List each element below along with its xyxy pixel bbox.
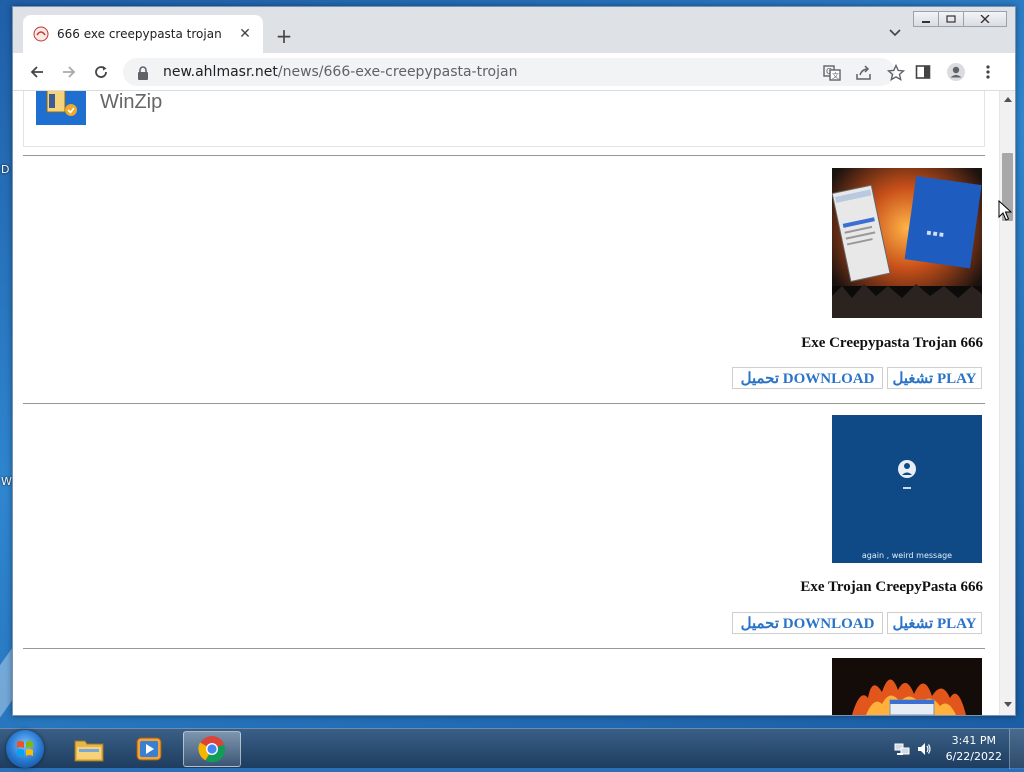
url-path: /news/666-exe-creepypasta-trojan bbox=[277, 64, 518, 80]
forward-arrow-icon[interactable] bbox=[59, 62, 79, 82]
video-thumbnail[interactable]: again , weird message bbox=[832, 413, 982, 563]
share-icon[interactable] bbox=[855, 64, 873, 82]
url-host: new.ahlmasr.net bbox=[163, 64, 278, 80]
window-controls bbox=[913, 11, 1007, 27]
scroll-up-icon[interactable] bbox=[1003, 95, 1013, 105]
chrome-icon[interactable] bbox=[183, 731, 241, 767]
divider bbox=[23, 155, 985, 156]
side-panel-icon[interactable] bbox=[913, 62, 933, 82]
download-button[interactable]: تحميل DOWNLOAD bbox=[732, 367, 883, 389]
close-tab-icon[interactable]: ✕ bbox=[237, 26, 253, 42]
back-arrow-icon[interactable] bbox=[27, 62, 47, 82]
video-thumbnail[interactable] bbox=[832, 658, 982, 715]
chrome-window: 666 exe creepypasta trojan ✕ + new.ahlma… bbox=[12, 6, 1016, 716]
tab-title: 666 exe creepypasta trojan bbox=[57, 27, 222, 41]
play-button[interactable]: تشغيل PLAY bbox=[887, 612, 982, 634]
reload-icon[interactable] bbox=[91, 62, 111, 82]
url-text[interactable]: new.ahlmasr.net/news/666-exe-creepypasta… bbox=[163, 64, 517, 80]
video-thumbnail[interactable]: ■ ■ ■ bbox=[832, 168, 982, 318]
svg-text:文: 文 bbox=[832, 71, 839, 80]
media-player-icon[interactable] bbox=[120, 731, 178, 767]
browser-toolbar: new.ahlmasr.net/news/666-exe-creepypasta… bbox=[13, 53, 1015, 91]
minimize-button[interactable] bbox=[913, 11, 939, 27]
bookmark-star-icon[interactable] bbox=[886, 63, 906, 82]
site-favicon-icon bbox=[33, 26, 49, 42]
download-button[interactable]: تحميل DOWNLOAD bbox=[732, 612, 883, 634]
start-button[interactable] bbox=[6, 730, 44, 768]
video-title: Exe Creepypasta Trojan 666 bbox=[801, 335, 983, 351]
play-button[interactable]: تشغيل PLAY bbox=[887, 367, 982, 389]
scroll-down-icon[interactable] bbox=[1003, 701, 1013, 711]
taskbar: 3:41 PM 6/22/2022 bbox=[0, 728, 1024, 769]
volume-icon[interactable] bbox=[916, 741, 932, 761]
clock-date: 6/22/2022 bbox=[945, 750, 1002, 763]
browser-tab[interactable]: 666 exe creepypasta trojan ✕ bbox=[23, 15, 263, 53]
divider bbox=[23, 403, 985, 404]
maximize-button[interactable] bbox=[938, 11, 964, 27]
desktop-icon-label-fragment[interactable]: W bbox=[1, 475, 12, 488]
close-window-button[interactable] bbox=[963, 11, 1007, 27]
file-explorer-icon[interactable] bbox=[60, 731, 118, 767]
clock-time: 3:41 PM bbox=[951, 734, 996, 747]
tab-search-icon[interactable] bbox=[886, 25, 904, 43]
page-content: WinZip ■ ■ ■ Exe Creepypasta Trojan 666 … bbox=[13, 91, 999, 715]
translate-icon[interactable]: G文 bbox=[823, 64, 841, 82]
network-icon[interactable] bbox=[894, 741, 912, 761]
desktop-icon-label-fragment[interactable]: D bbox=[1, 163, 9, 176]
thumbnail-caption: again , weird message bbox=[862, 551, 952, 560]
new-tab-button[interactable]: + bbox=[273, 25, 295, 47]
mouse-cursor-icon bbox=[998, 200, 1012, 221]
page-scrollbar[interactable] bbox=[999, 91, 1015, 715]
system-clock[interactable]: 3:41 PM 6/22/2022 bbox=[946, 733, 1002, 765]
video-title: Exe Trojan CreepyPasta 666 bbox=[800, 579, 983, 595]
show-desktop-button[interactable] bbox=[1009, 729, 1024, 769]
tab-strip: 666 exe creepypasta trojan ✕ + bbox=[13, 7, 1015, 53]
address-bar[interactable]: new.ahlmasr.net/news/666-exe-creepypasta… bbox=[123, 58, 906, 86]
menu-icon[interactable] bbox=[978, 62, 998, 82]
lock-icon[interactable] bbox=[137, 65, 151, 80]
profile-icon[interactable] bbox=[946, 62, 966, 82]
winzip-card[interactable]: WinZip bbox=[23, 91, 985, 147]
divider bbox=[23, 648, 985, 649]
winzip-logo-icon bbox=[36, 91, 86, 125]
winzip-label: WinZip bbox=[100, 91, 163, 113]
